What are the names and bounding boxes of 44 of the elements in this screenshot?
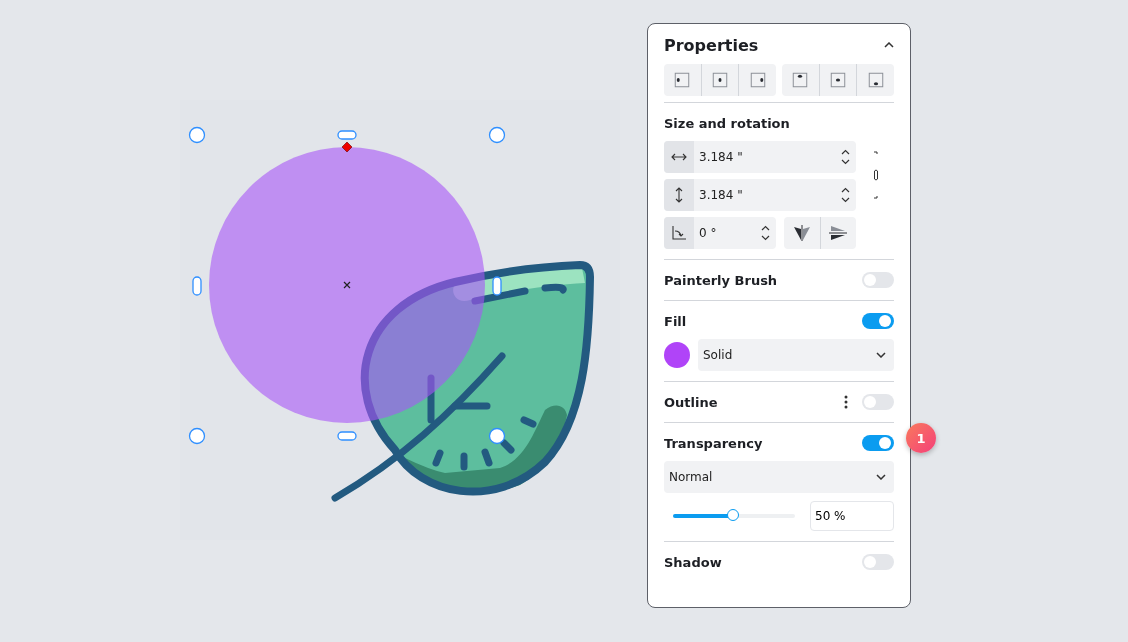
section-title: Transparency xyxy=(664,435,763,451)
chevron-up-icon xyxy=(884,42,894,48)
toggle-switch[interactable] xyxy=(862,435,894,451)
height-input[interactable]: 3.184 " xyxy=(664,179,856,211)
more-options-icon[interactable] xyxy=(844,395,848,409)
section-title: Size and rotation xyxy=(664,115,790,131)
color-swatch[interactable] xyxy=(664,342,690,368)
rotate-angle-icon xyxy=(671,225,687,241)
toggle-switch[interactable] xyxy=(862,313,894,329)
toggle-switch[interactable] xyxy=(862,272,894,288)
chevron-down-icon xyxy=(876,352,886,358)
fill-type-dropdown[interactable]: Solid xyxy=(698,339,894,371)
width-arrow-icon xyxy=(671,153,687,161)
slider-thumb[interactable] xyxy=(727,509,739,521)
align-icon xyxy=(791,71,810,89)
spinner-arrows-icon[interactable] xyxy=(760,225,770,241)
flip-horizontal-icon xyxy=(792,225,811,241)
center-mark-icon xyxy=(343,281,351,289)
panel-title: Properties xyxy=(664,35,759,55)
section-title: Painterly Brush xyxy=(664,272,778,288)
angle-input[interactable]: 0 ° xyxy=(664,217,776,249)
flip-vertical-icon xyxy=(829,225,848,241)
align-icon xyxy=(748,71,767,89)
percent-input[interactable]: 50 % xyxy=(810,501,894,531)
align-icon xyxy=(829,71,847,89)
align-icon xyxy=(673,71,692,89)
toggle-switch[interactable] xyxy=(862,394,894,410)
selection-handles[interactable] xyxy=(188,126,506,445)
width-input[interactable]: 3.184 " xyxy=(664,141,856,173)
section-title: Outline xyxy=(664,394,718,410)
collapse-button[interactable] xyxy=(884,42,894,48)
align-icon xyxy=(711,71,729,89)
align-icon xyxy=(866,71,885,89)
spinner-arrows-icon[interactable] xyxy=(840,187,850,203)
chevron-down-icon xyxy=(876,474,886,480)
section-title: Shadow xyxy=(664,554,722,570)
aspect-lock-link-icon[interactable] xyxy=(872,151,880,199)
section-title: Fill xyxy=(664,313,687,329)
rotation-handle-icon[interactable] xyxy=(341,141,353,153)
step-badge: 1 xyxy=(906,423,936,453)
height-arrow-icon xyxy=(675,187,683,203)
spinner-arrows-icon[interactable] xyxy=(840,149,850,165)
toggle-switch[interactable] xyxy=(862,554,894,570)
blend-mode-dropdown[interactable]: Normal xyxy=(664,461,894,493)
